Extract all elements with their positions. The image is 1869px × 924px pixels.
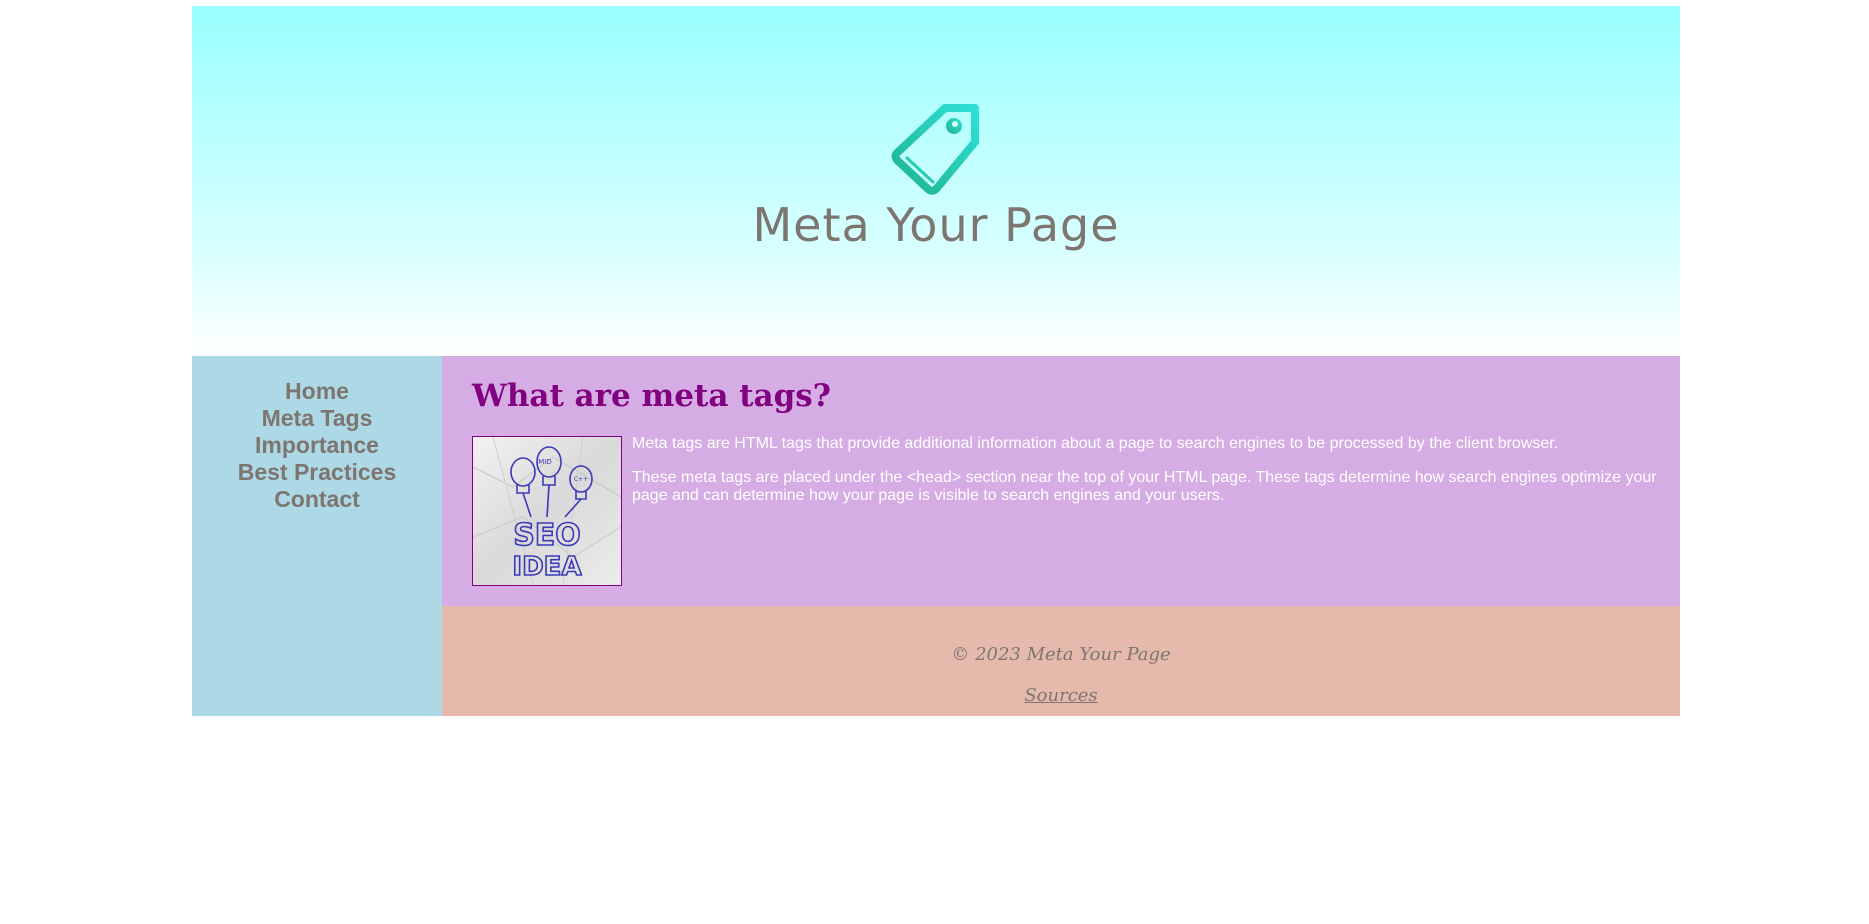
nav-item-contact[interactable]: Contact (192, 486, 442, 513)
nav-item-home[interactable]: Home (192, 378, 442, 405)
seo-idea-image: MID C++ SEO IDEA (472, 436, 622, 586)
nav-item-best-practices[interactable]: Best Practices (192, 459, 442, 486)
tag-icon (891, 104, 979, 195)
site-logo-text: Meta Your Page (752, 198, 1120, 252)
main-content: What are meta tags? MID C++ SEO IDEA Met… (442, 356, 1680, 606)
intro-text: Meta tags are HTML tags that provide add… (632, 435, 1662, 521)
sidebar: Home Meta Tags Importance Best Practices… (192, 356, 442, 716)
site-header: Meta Your Page (192, 6, 1680, 356)
site-footer: © 2023 Meta Your Page Sources (442, 606, 1680, 716)
svg-text:IDEA: IDEA (512, 552, 581, 582)
svg-text:MID: MID (538, 458, 552, 466)
seo-idea-illustration: MID C++ SEO IDEA (473, 437, 621, 585)
nav-item-importance[interactable]: Importance (192, 432, 442, 459)
sources-link[interactable]: Sources (1024, 685, 1097, 706)
svg-text:SEO: SEO (513, 518, 581, 553)
main-nav: Home Meta Tags Importance Best Practices… (192, 356, 442, 513)
svg-text:C++: C++ (574, 476, 588, 483)
page: Meta Your Page Home Meta Tags Importance… (192, 6, 1680, 716)
intro-paragraph-1: Meta tags are HTML tags that provide add… (632, 435, 1559, 452)
body-row: Home Meta Tags Importance Best Practices… (192, 356, 1680, 716)
copyright-text: © 2023 Meta Your Page (951, 644, 1171, 665)
page-heading: What are meta tags? (472, 378, 831, 414)
intro-paragraph-2: These meta tags are placed under the <he… (632, 469, 1657, 504)
nav-item-meta-tags[interactable]: Meta Tags (192, 405, 442, 432)
sources-container: Sources (442, 685, 1680, 706)
